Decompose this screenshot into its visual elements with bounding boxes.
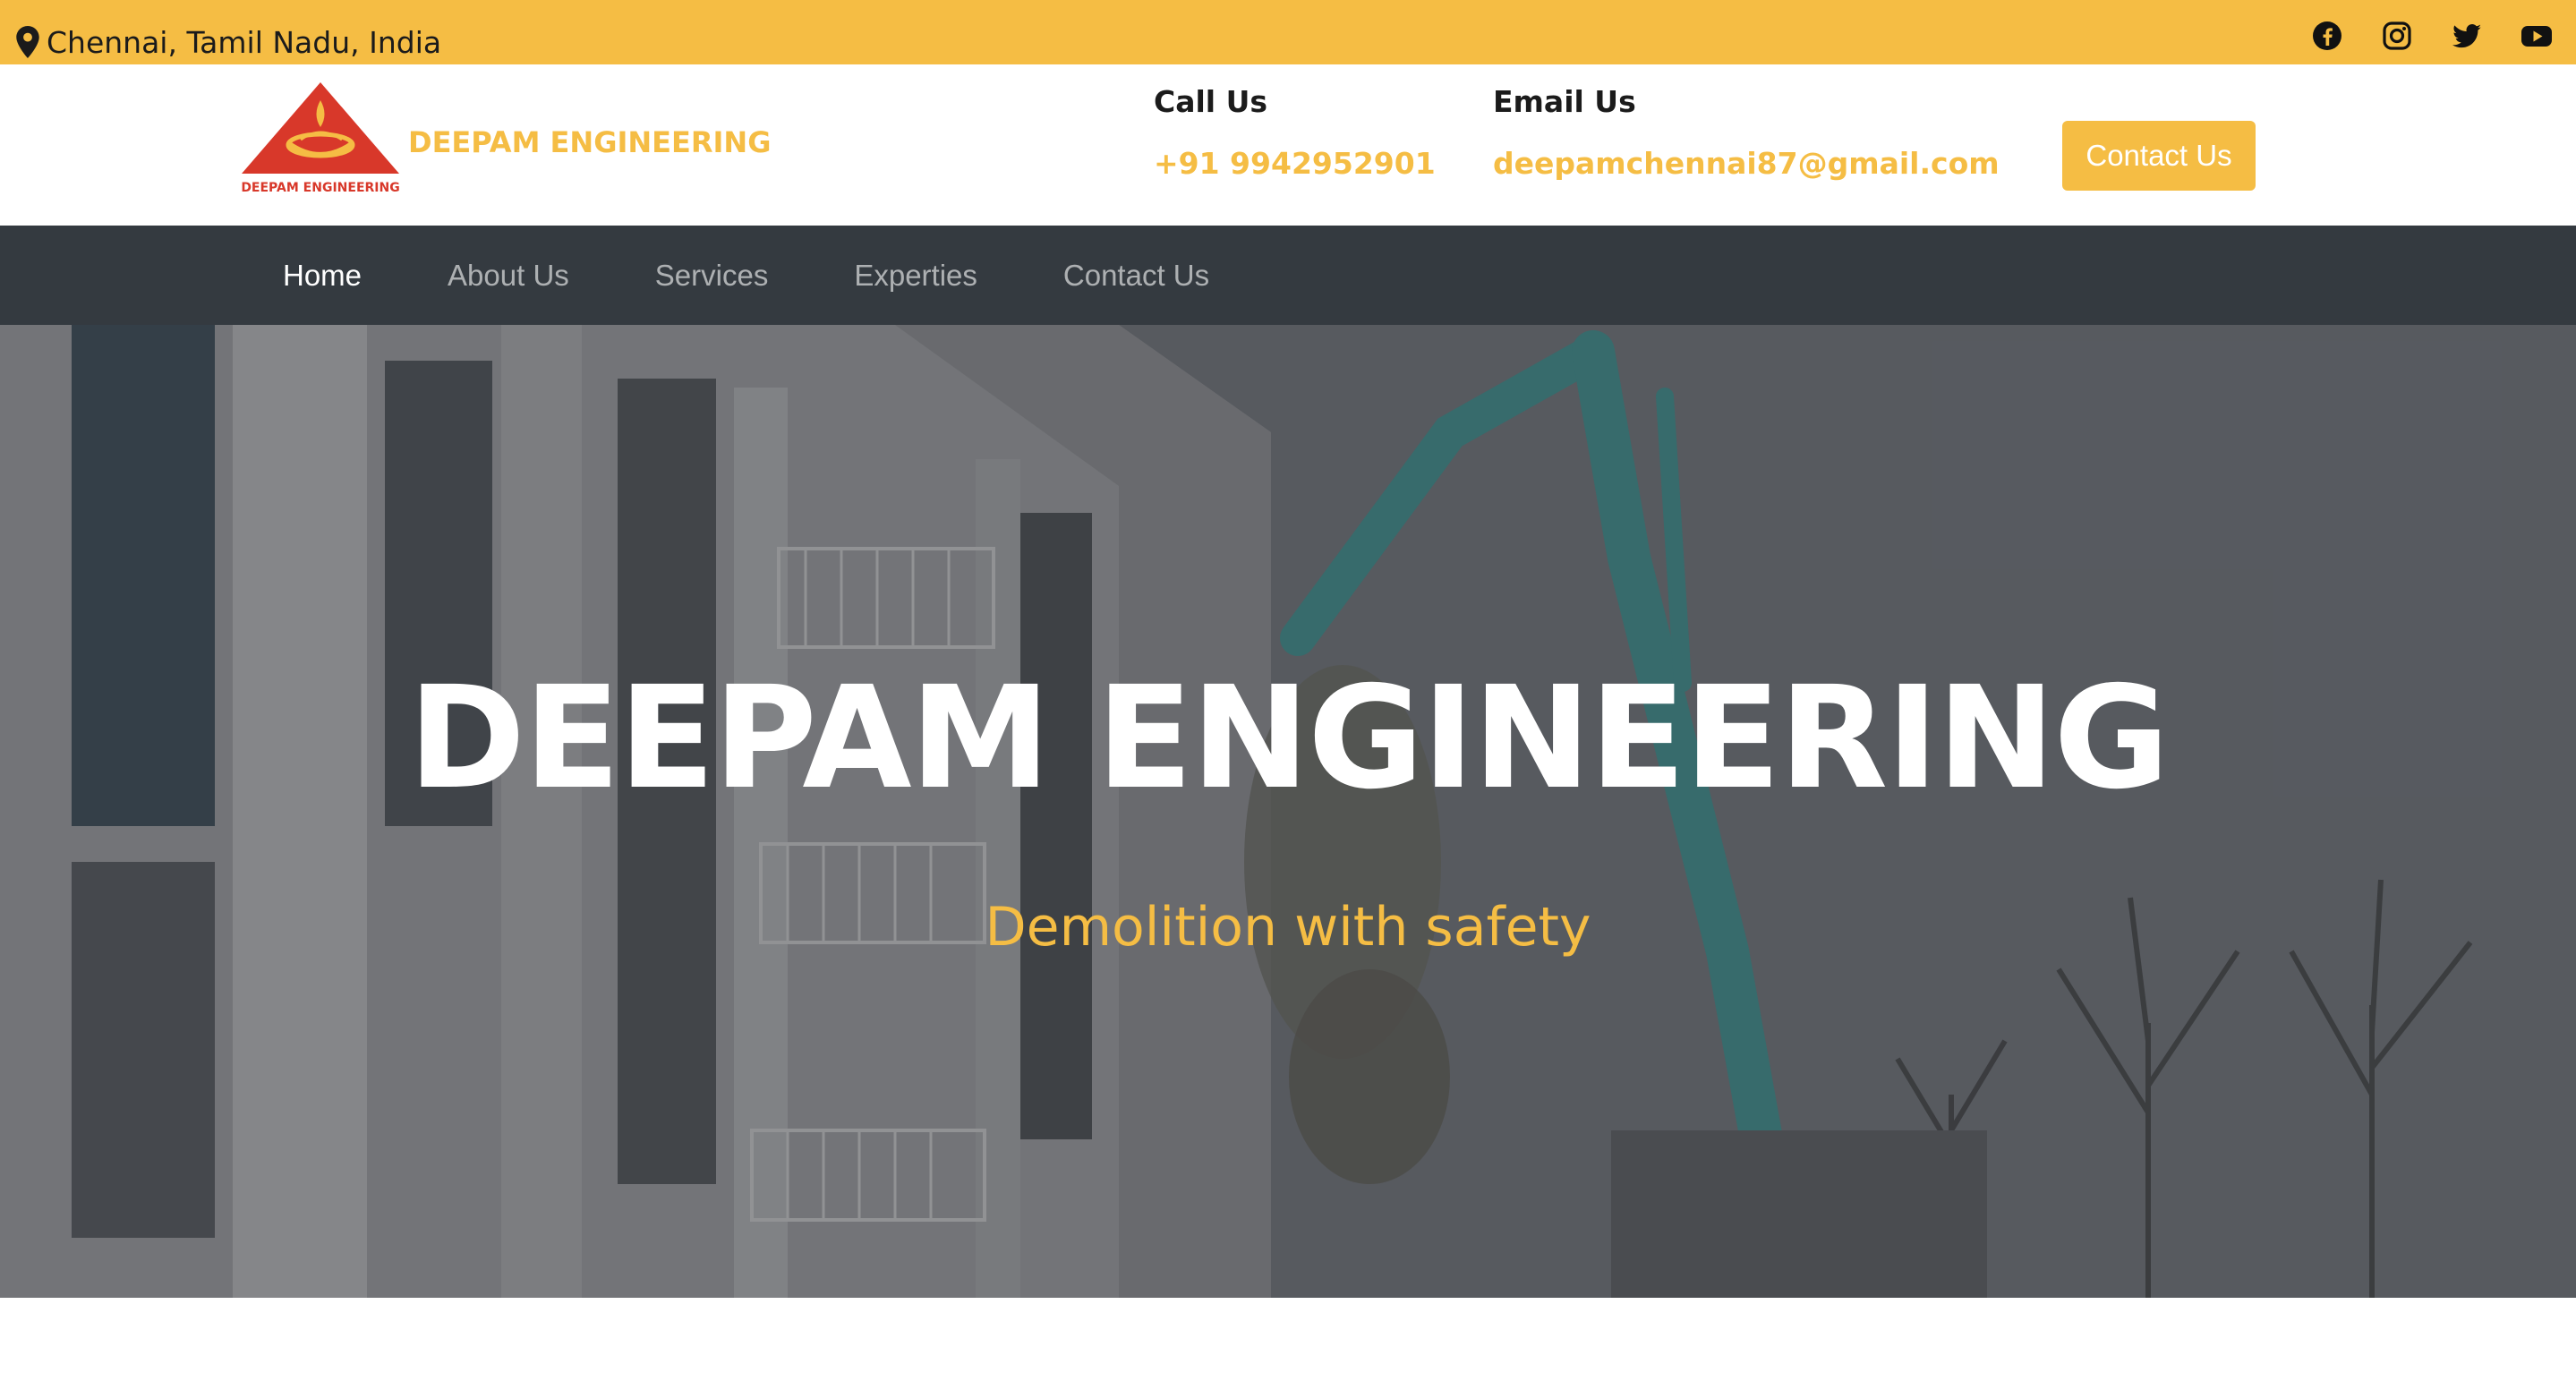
phone-number-link[interactable]: +91 9942952901 [1154, 146, 1436, 181]
call-us-label: Call Us [1154, 84, 1268, 119]
hero-title: DEEPAM ENGINEERING [408, 656, 2170, 821]
main-navbar: Home About Us Services Experties Contact… [0, 226, 2576, 325]
nav-item-contact-us[interactable]: Contact Us [1036, 259, 1236, 293]
nav-item-services[interactable]: Services [628, 259, 796, 293]
youtube-link[interactable] [2519, 18, 2555, 54]
contact-us-button[interactable]: Contact Us [2062, 121, 2256, 191]
nav-item-experties[interactable]: Experties [827, 259, 1004, 293]
youtube-icon [2521, 26, 2552, 47]
nav-item-home[interactable]: Home [256, 259, 388, 293]
lamp-logo-icon: DEEPAM ENGINEERING [241, 82, 400, 195]
company-logo[interactable]: DEEPAM ENGINEERING [241, 82, 400, 199]
email-us-label: Email Us [1493, 84, 1636, 119]
nav-list: Home About Us Services Experties Contact… [256, 226, 1268, 325]
email-us-block: Email Us deepamchennai87@gmail.com [1493, 84, 2000, 181]
hero-section: DEEPAM ENGINEERING Demolition with safet… [0, 325, 2576, 1298]
facebook-icon [2313, 21, 2341, 50]
call-us-block: Call Us +91 9942952901 [1154, 84, 1436, 181]
email-address-link[interactable]: deepamchennai87@gmail.com [1493, 146, 2000, 181]
logo-caption: DEEPAM ENGINEERING [242, 181, 399, 195]
hero-subtitle: Demolition with safety [985, 896, 1591, 959]
location: Chennai, Tamil Nadu, India [16, 21, 441, 63]
twitter-link[interactable] [2449, 18, 2485, 54]
location-text: Chennai, Tamil Nadu, India [47, 24, 442, 60]
instagram-icon [2383, 21, 2411, 50]
facebook-link[interactable] [2309, 18, 2345, 54]
brand-name[interactable]: DEEPAM ENGINEERING [408, 125, 771, 159]
site-header: DEEPAM ENGINEERING DEEPAM ENGINEERING Ca… [0, 64, 2576, 226]
instagram-link[interactable] [2379, 18, 2415, 54]
social-links [2309, 18, 2576, 54]
map-pin-icon [16, 26, 39, 58]
top-bar: Chennai, Tamil Nadu, India [0, 0, 2576, 64]
nav-item-about-us[interactable]: About Us [421, 259, 596, 293]
twitter-icon [2452, 23, 2481, 48]
